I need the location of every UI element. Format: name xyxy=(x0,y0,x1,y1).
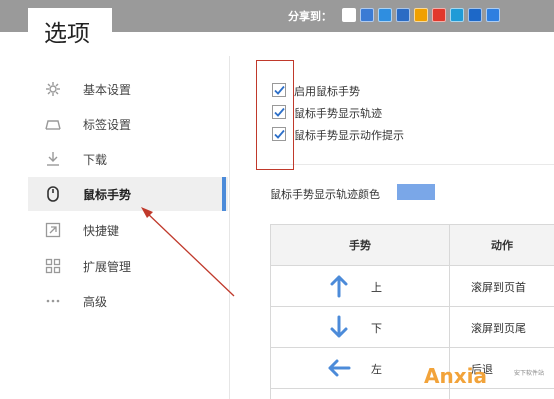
gesture-direction: 左 xyxy=(371,363,382,376)
sidebar-item-mouse-gesture[interactable]: 鼠标手势 xyxy=(28,177,228,211)
active-indicator xyxy=(222,177,226,211)
sidebar-item-label: 下载 xyxy=(83,153,108,167)
doc-icon[interactable] xyxy=(360,8,374,22)
sidebar-item-basic[interactable]: 基本设置 xyxy=(28,72,228,106)
arrow-down-icon xyxy=(330,315,348,338)
sidebar-item-label: 鼠标手势 xyxy=(83,188,132,202)
extensions-icon xyxy=(45,258,61,274)
more-icon xyxy=(45,293,61,309)
tab-icon xyxy=(45,116,61,132)
sidebar-item-label: 扩展管理 xyxy=(83,260,132,274)
share-label: 分享到： xyxy=(288,10,332,23)
copy-icon[interactable] xyxy=(342,8,356,22)
app-root: 分享到： 选项 基本设置 标签设置 下载 鼠标手势 快捷键 扩展管理 高级 启用… xyxy=(0,0,554,399)
gesture-direction: 下 xyxy=(371,322,382,335)
watermark-subtext: 安下软件站 xyxy=(514,370,545,377)
edit-icon[interactable] xyxy=(378,8,392,22)
section-divider xyxy=(270,164,554,165)
plus-icon[interactable] xyxy=(486,8,500,22)
renren-icon[interactable] xyxy=(396,8,410,22)
table-row[interactable]: 下 滚屏到页尾 xyxy=(271,307,554,348)
star-icon[interactable] xyxy=(414,8,428,22)
sina-icon[interactable] xyxy=(432,8,446,22)
sidebar-item-label: 基本设置 xyxy=(83,83,132,97)
arrow-left-icon xyxy=(328,359,351,377)
gesture-action: 滚屏到页尾 xyxy=(471,322,526,335)
sidebar: 基本设置 标签设置 下载 鼠标手势 快捷键 扩展管理 高级 xyxy=(28,56,228,399)
sidebar-item-label: 标签设置 xyxy=(83,118,132,132)
trail-color-swatch[interactable] xyxy=(397,184,435,200)
qzone-icon[interactable] xyxy=(450,8,464,22)
watermark-logo: Anxia 安下软件站 xyxy=(424,364,544,388)
gesture-direction: 上 xyxy=(371,281,382,294)
table-row[interactable]: 左 后退 xyxy=(271,348,554,389)
people-icon[interactable] xyxy=(468,8,482,22)
table-header: 手势 动作 xyxy=(271,225,554,266)
gear-icon xyxy=(45,81,61,97)
checkbox-label: 鼠标手势显示轨迹 xyxy=(294,107,382,120)
sidebar-item-extensions[interactable]: 扩展管理 xyxy=(28,249,228,283)
sidebar-item-shortcuts[interactable]: 快捷键 xyxy=(28,213,228,247)
shortcut-icon xyxy=(45,222,61,238)
share-icons xyxy=(342,8,500,22)
download-icon xyxy=(45,151,61,167)
sidebar-item-tabs[interactable]: 标签设置 xyxy=(28,107,228,141)
sidebar-item-label: 高级 xyxy=(83,295,108,309)
gesture-table: 手势 动作 上 滚屏到页首 下 滚屏到页尾 左 后退 xyxy=(270,224,554,399)
arrow-up-icon xyxy=(330,275,348,298)
sidebar-item-label: 快捷键 xyxy=(83,224,120,238)
gesture-action: 滚屏到页首 xyxy=(471,281,526,294)
mouse-icon xyxy=(45,186,61,202)
checkbox-label: 启用鼠标手势 xyxy=(294,85,360,98)
trail-color-label: 鼠标手势显示轨迹颜色 xyxy=(270,188,380,201)
sidebar-item-advanced[interactable]: 高级 xyxy=(28,284,228,318)
table-row[interactable]: 上 滚屏到页首 xyxy=(271,266,554,307)
sidebar-item-download[interactable]: 下载 xyxy=(28,142,228,176)
page-title: 选项 xyxy=(44,21,90,47)
checkbox-label: 鼠标手势显示动作提示 xyxy=(294,129,404,142)
watermark-text: Anxia xyxy=(424,364,487,388)
highlight-box xyxy=(256,60,294,170)
header-gesture: 手势 xyxy=(349,239,371,252)
header-action: 动作 xyxy=(491,239,513,252)
